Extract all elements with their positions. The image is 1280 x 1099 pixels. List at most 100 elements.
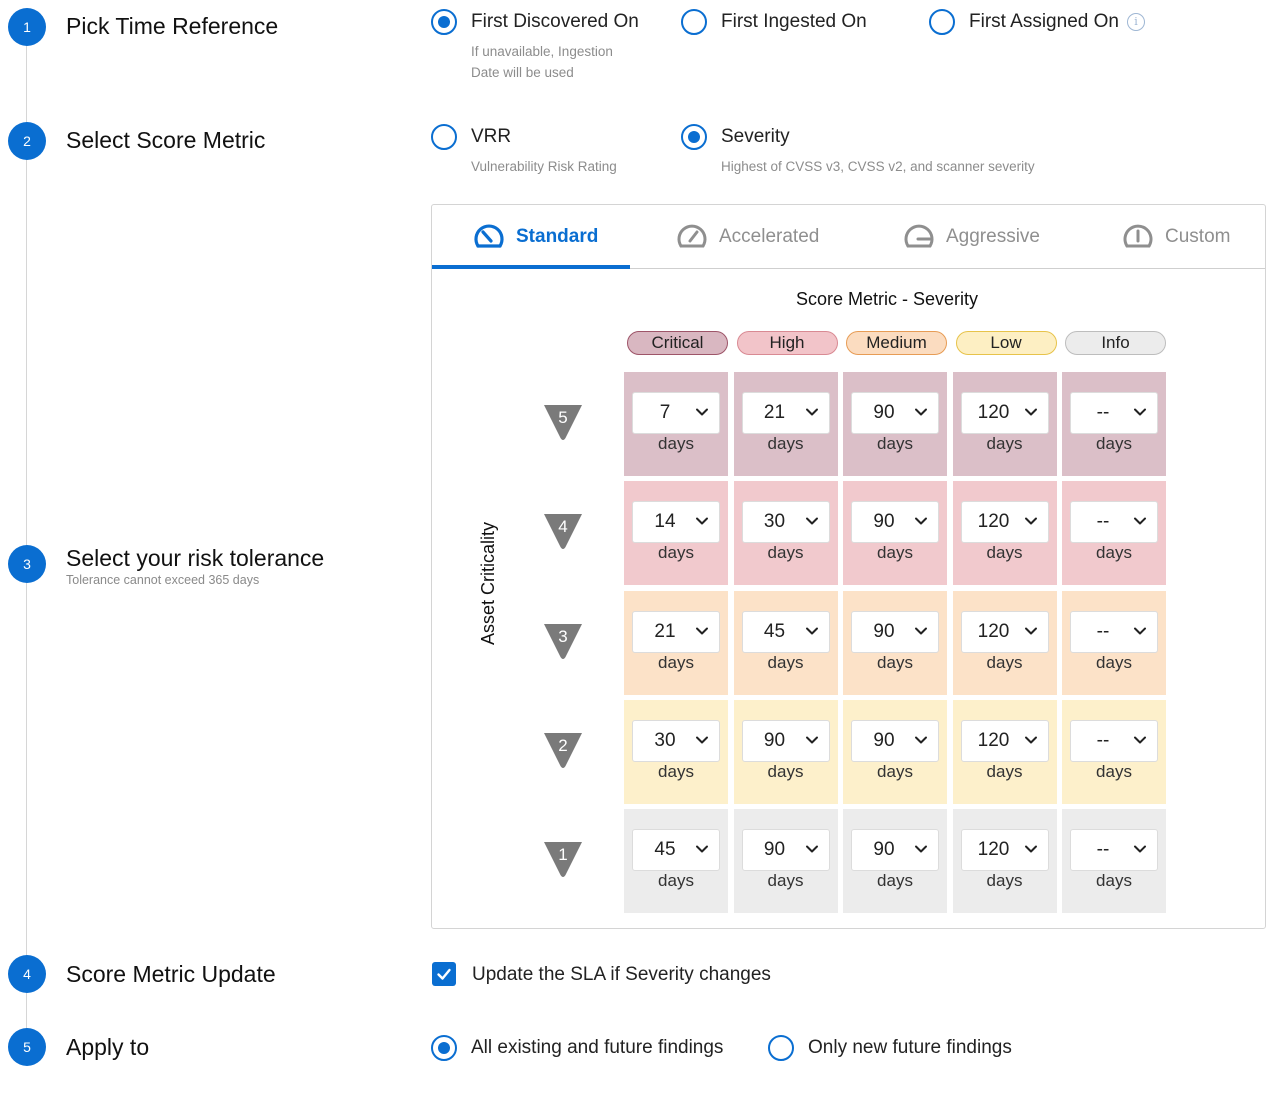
step-title: Select your risk tolerance: [66, 545, 325, 571]
step-title: Score Metric Update: [66, 961, 276, 987]
days-select[interactable]: --: [1070, 392, 1158, 434]
steps-connector-line: [26, 30, 27, 1050]
chevron-down-icon: [1024, 736, 1037, 744]
chevron-down-icon: [805, 627, 818, 635]
matrix-cell: 14 days: [624, 481, 728, 586]
days-select[interactable]: 30: [741, 501, 830, 544]
radio-vrr[interactable]: VRR Vulnerability Risk Rating: [431, 124, 617, 177]
days-unit-label: days: [1096, 543, 1132, 563]
days-select[interactable]: 120: [960, 829, 1049, 872]
days-select[interactable]: 21: [741, 392, 830, 434]
radio-button[interactable]: [431, 1035, 457, 1061]
radio-first-assigned-on[interactable]: First Assigned On i: [929, 9, 1145, 35]
radio-button[interactable]: [431, 124, 457, 150]
tab-standard[interactable]: Standard: [472, 205, 598, 269]
checkmark-icon: [437, 968, 451, 980]
radio-label: First Discovered On: [471, 11, 639, 32]
days-unit-label: days: [767, 761, 804, 781]
days-unit-label: days: [986, 871, 1023, 891]
matrix-cell: 30 days: [624, 699, 728, 804]
update-sla-checkbox[interactable]: [432, 962, 456, 986]
days-unit-label: days: [1096, 652, 1132, 672]
days-select[interactable]: 90: [741, 719, 830, 762]
radio-severity[interactable]: Severity Highest of CVSS v3, CVSS v2, an…: [681, 124, 1035, 177]
days-unit-label: days: [767, 543, 804, 563]
radio-first-discovered-on[interactable]: First Discovered On If unavailable, Inge…: [431, 9, 639, 83]
matrix-cell: -- days: [1062, 809, 1166, 914]
radio-button[interactable]: [929, 9, 955, 35]
tab-aggressive[interactable]: Aggressive: [902, 205, 1040, 269]
chevron-down-icon: [805, 845, 818, 853]
radio-button[interactable]: [431, 9, 457, 35]
days-unit-label: days: [986, 761, 1023, 781]
tolerance-tabs: Standard Accelerated Aggressive Custom: [432, 205, 1265, 269]
days-select[interactable]: 30: [632, 719, 720, 762]
matrix-title: Score Metric - Severity: [796, 289, 979, 309]
radio-button[interactable]: [768, 1035, 794, 1061]
tab-custom[interactable]: Custom: [1121, 205, 1230, 269]
days-select[interactable]: 90: [851, 829, 939, 872]
days-select[interactable]: 45: [632, 829, 720, 872]
severity-pill-info: Info: [1065, 331, 1166, 355]
days-select[interactable]: 120: [960, 719, 1049, 762]
step-number-badge: 2: [8, 122, 46, 160]
days-select[interactable]: 14: [632, 501, 720, 544]
chevron-down-icon: [805, 736, 818, 744]
tab-accelerated[interactable]: Accelerated: [675, 205, 819, 269]
days-select[interactable]: 7: [632, 392, 720, 434]
radio-first-ingested-on[interactable]: First Ingested On: [681, 9, 867, 35]
days-select[interactable]: 90: [851, 719, 939, 762]
days-select[interactable]: 90: [851, 501, 939, 544]
days-select[interactable]: --: [1070, 501, 1158, 544]
days-select[interactable]: 90: [851, 392, 939, 434]
days-select[interactable]: 120: [960, 610, 1049, 653]
days-select-value: 21: [654, 620, 676, 642]
matrix-cell: 90 days: [843, 590, 947, 695]
radio-button[interactable]: [681, 9, 707, 35]
radio-only-new-future[interactable]: Only new future findings: [768, 1035, 1012, 1061]
severity-pill-critical: Critical: [627, 331, 728, 355]
days-unit-label: days: [1096, 761, 1132, 781]
days-select-value: 90: [763, 729, 786, 751]
radio-button[interactable]: [681, 124, 707, 150]
days-select[interactable]: 21: [632, 610, 720, 653]
days-select[interactable]: 90: [741, 829, 830, 872]
days-select[interactable]: 120: [960, 501, 1049, 544]
days-select-value: 120: [977, 511, 1010, 533]
chevron-down-icon: [1024, 627, 1037, 635]
days-select[interactable]: --: [1070, 829, 1158, 872]
days-select-value: 120: [977, 839, 1010, 861]
chevron-down-icon: [915, 627, 927, 635]
info-icon[interactable]: i: [1126, 13, 1145, 31]
matrix-cell: 45 days: [733, 590, 838, 695]
days-select-value: 120: [977, 620, 1010, 642]
radio-help-text: Highest of CVSS v3, CVSS v2, and scanner…: [721, 159, 1035, 174]
chevron-down-icon: [915, 845, 927, 853]
step-title: Select Score Metric: [66, 127, 266, 153]
step-number-badge: 4: [8, 955, 46, 993]
radio-label: First Ingested On: [721, 11, 867, 32]
days-select-value: 90: [763, 839, 786, 861]
radio-label: Only new future findings: [808, 1037, 1012, 1058]
days-select[interactable]: 90: [851, 610, 939, 653]
days-unit-label: days: [1096, 871, 1132, 891]
chevron-down-icon: [1134, 627, 1146, 635]
days-select[interactable]: --: [1070, 719, 1158, 762]
criticality-level: 4: [558, 517, 568, 537]
radio-label: Severity: [721, 126, 790, 147]
matrix-cell: 21 days: [733, 372, 838, 476]
days-select[interactable]: 45: [741, 610, 830, 653]
radio-all-existing-and-future[interactable]: All existing and future findings: [431, 1035, 723, 1061]
chevron-down-icon: [1134, 408, 1146, 416]
tab-label: Aggressive: [946, 226, 1040, 247]
days-select-value: --: [1096, 620, 1110, 642]
days-select[interactable]: 120: [960, 392, 1049, 434]
chevron-down-icon: [1024, 845, 1037, 853]
chevron-down-icon: [696, 408, 708, 416]
tab-label: Accelerated: [719, 226, 820, 247]
days-select-value: 120: [977, 729, 1010, 751]
days-select-value: 90: [873, 511, 895, 533]
days-unit-label: days: [767, 652, 804, 672]
days-select[interactable]: --: [1070, 610, 1158, 653]
chevron-down-icon: [1024, 517, 1037, 525]
